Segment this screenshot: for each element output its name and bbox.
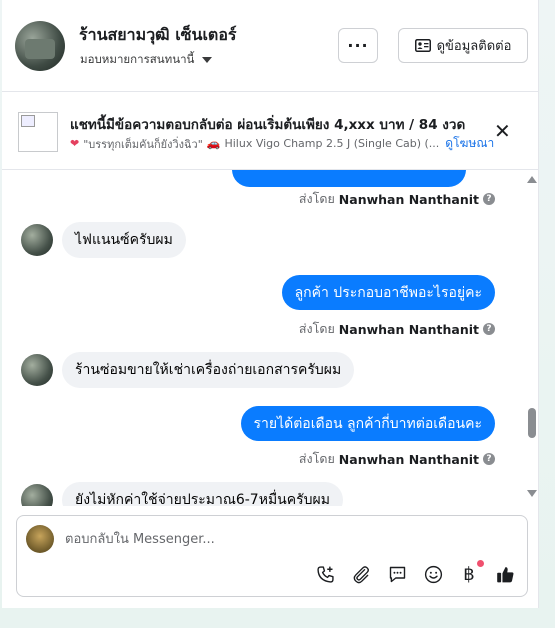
message-scrollbar[interactable] — [524, 170, 538, 506]
sent-by-name: Nanwhan Nanthanit — [338, 451, 479, 467]
caret-down-icon — [202, 57, 213, 63]
ad-vehicle: Hilux Vigo Champ 2.5 J (Single Cab) (... — [224, 137, 440, 150]
emoji-icon[interactable] — [421, 562, 445, 586]
assign-conversation-dropdown[interactable]: มอบหมายการสนทนานี้ — [80, 51, 213, 69]
reply-composer: ฿ — [16, 515, 528, 597]
view-contact-button[interactable]: ดูข้อมูลติดต่อ — [398, 28, 528, 63]
ad-quote: "บรรทุกเต็มคันก็ยังวิ่งฉิว" — [83, 137, 203, 151]
view-ad-link[interactable]: ดูโฆษณา — [445, 134, 494, 153]
sender-avatar[interactable] — [21, 224, 53, 256]
info-icon[interactable]: ? — [483, 453, 495, 465]
sent-by-label: ส่งโดย Nanwhan Nanthanit ? — [299, 189, 495, 209]
sent-by-name: Nanwhan Nanthanit — [338, 191, 479, 207]
heart-icon: ❤ — [70, 137, 80, 150]
incoming-message[interactable]: ยังไม่หักค่าใช้จ่ายประมาณ6-7หมื่นครับผม — [62, 482, 343, 506]
outgoing-message[interactable] — [232, 170, 466, 187]
saved-reply-icon[interactable] — [385, 562, 409, 586]
scroll-up-arrow-icon[interactable] — [527, 176, 537, 183]
chat-panel: ร้านสยามวุฒิ เซ็นเตอร์ มอบหมายการสนทนานี… — [2, 0, 539, 608]
sent-by-prefix: ส่งโดย — [298, 191, 335, 206]
sender-avatar[interactable] — [21, 484, 53, 506]
contact-card-icon — [414, 39, 431, 52]
ad-thumbnail[interactable] — [18, 112, 58, 152]
assign-label: มอบหมายการสนทนานี้ — [80, 52, 195, 66]
reply-input[interactable] — [65, 528, 485, 550]
ad-context-banner: แชทนี้มีข้อความตอบกลับต่อ ผ่อนเริ่มต้นเพ… — [2, 92, 539, 170]
my-avatar — [26, 525, 54, 553]
view-contact-label: ดูข้อมูลติดต่อ — [436, 39, 512, 54]
page-name[interactable]: ร้านสยามวุฒิ เซ็นเตอร์ — [79, 23, 237, 48]
close-icon[interactable]: ✕ — [494, 119, 511, 143]
composer-toolbar: ฿ — [313, 560, 517, 586]
sent-by-prefix: ส่งโดย — [298, 451, 335, 466]
car-icon: 🚗 — [206, 137, 221, 150]
sender-avatar[interactable] — [21, 354, 53, 386]
scroll-thumb[interactable] — [528, 408, 536, 438]
add-call-icon[interactable] — [313, 562, 337, 586]
info-icon[interactable]: ? — [483, 193, 495, 205]
message-list[interactable]: ส่งโดย Nanwhan Nanthanit ? ไฟแนนซ์ครับผม… — [2, 170, 539, 506]
sent-by-label: ส่งโดย Nanwhan Nanthanit ? — [299, 319, 495, 339]
sent-by-name: Nanwhan Nanthanit — [338, 321, 479, 337]
thumbs-up-icon[interactable] — [493, 562, 517, 586]
scroll-down-arrow-icon[interactable] — [527, 490, 537, 497]
chat-header: ร้านสยามวุฒิ เซ็นเตอร์ มอบหมายการสนทนานี… — [2, 0, 539, 92]
incoming-message[interactable]: ร้านซ่อมขายให้เช่าเครื่องถ่ายเอกสารครับผ… — [62, 352, 355, 388]
more-icon: ··· — [347, 36, 369, 55]
notification-dot — [477, 560, 484, 567]
sent-by-prefix: ส่งโดย — [298, 321, 335, 336]
ad-title: แชทนี้มีข้อความตอบกลับต่อ ผ่อนเริ่มต้นเพ… — [70, 117, 466, 133]
outgoing-message[interactable]: ลูกค้า ประกอบอาชีพอะไรอยู่คะ — [281, 275, 495, 310]
outgoing-message[interactable]: รายได้ต่อเดือน ลูกค้ากี่บาทต่อเดือนคะ — [240, 406, 495, 441]
more-options-button[interactable]: ··· — [338, 28, 378, 63]
page-avatar[interactable] — [15, 21, 65, 71]
info-icon[interactable]: ? — [483, 323, 495, 335]
sent-by-label: ส่งโดย Nanwhan Nanthanit ? — [299, 449, 495, 469]
attach-icon[interactable] — [349, 562, 373, 586]
payment-icon[interactable]: ฿ — [457, 560, 484, 586]
incoming-message[interactable]: ไฟแนนซ์ครับผม — [62, 222, 186, 258]
ad-subtitle: ❤ "บรรทุกเต็มคันก็ยังวิ่งฉิว" 🚗 Hilux Vi… — [70, 134, 494, 153]
